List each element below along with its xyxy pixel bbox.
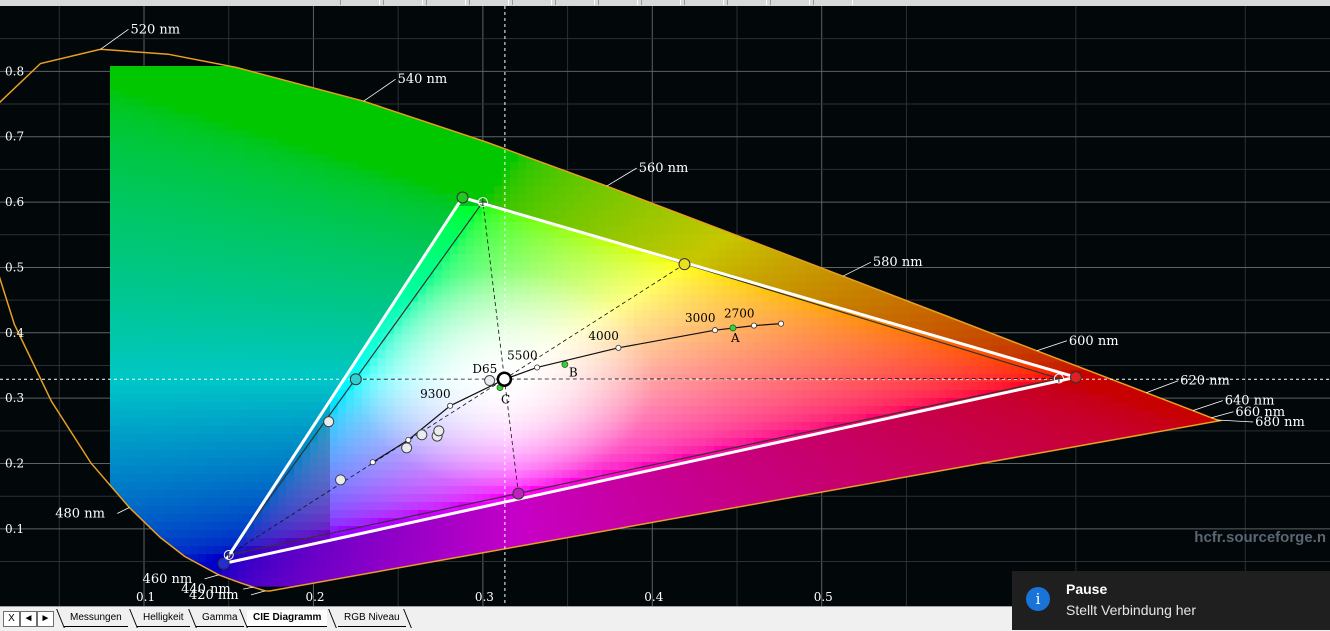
wavelength-leader	[100, 29, 128, 49]
wavelength-leader	[243, 587, 253, 589]
toolbar-button[interactable]	[598, 0, 638, 5]
toolbar-button[interactable]	[555, 0, 595, 5]
wavelength-leader	[1193, 401, 1223, 411]
prev-tab-button[interactable]: ◄	[20, 611, 37, 627]
illuminant-label: B	[569, 365, 578, 379]
measured-primary-point	[1070, 372, 1081, 383]
secondary-point	[350, 374, 361, 385]
cie-chart: 0.1 0.2 0.3 0.4 0.5 0.1 0.2 0.3 0.4 0.5 0.6 0.7 0.8 9…	[0, 6, 1330, 606]
x-tick-label: 0.5	[814, 590, 833, 604]
x-tick-label: 0.3	[475, 590, 494, 604]
cct-label: 2700	[724, 307, 755, 321]
grayscale-point	[434, 426, 444, 436]
wavelength-label: 420 nm	[189, 588, 239, 603]
wavelength-label: 560 nm	[639, 161, 689, 176]
planckian-point	[406, 437, 411, 442]
grayscale-point	[336, 475, 346, 485]
y-tick-label: 0.8	[5, 64, 24, 78]
cie-diagram: 0.1 0.2 0.3 0.4 0.5 0.1 0.2 0.3 0.4 0.5 0.6 0.7 0.8 9…	[0, 6, 1330, 606]
toolbar-button[interactable]	[426, 0, 466, 5]
tab-gamma[interactable]: Gamma	[196, 610, 244, 627]
wavelength-leader	[364, 79, 396, 101]
next-tab-button[interactable]: ►	[37, 611, 54, 627]
toolbar-button[interactable]	[770, 0, 810, 5]
tab-messungen[interactable]: Messungen	[64, 610, 128, 627]
tab-cie-diagramm[interactable]: CIE Diagramm	[247, 610, 327, 627]
x-tick-label: 0.4	[644, 590, 663, 604]
planckian-point	[712, 328, 717, 333]
wavelength-label: 600 nm	[1069, 334, 1119, 349]
wavelength-label: 680 nm	[1255, 415, 1305, 430]
planckian-point	[616, 345, 621, 350]
wavelength-label: 540 nm	[398, 72, 448, 87]
wavelength-leader	[843, 262, 871, 276]
wavelength-label: 620 nm	[1180, 374, 1230, 389]
planckian-point	[370, 460, 375, 465]
y-tick-label: 0.1	[5, 522, 24, 536]
toolbar-button[interactable]	[641, 0, 681, 5]
measured-primary-point	[457, 192, 468, 203]
wavelength-leader	[1211, 412, 1233, 418]
chromaticity-fill	[110, 66, 1223, 587]
wavelength-leader	[607, 168, 637, 186]
wavelength-leader	[205, 575, 219, 579]
wavelength-leader	[117, 508, 129, 514]
illuminant-label: A	[730, 331, 740, 345]
toolbar-button[interactable]	[469, 0, 509, 5]
toolbar-button[interactable]	[813, 0, 853, 5]
cct-label: 4000	[588, 329, 619, 343]
illuminant-label: C	[501, 393, 510, 407]
planckian-point	[448, 403, 453, 408]
secondary-point	[513, 488, 524, 499]
grayscale-point	[417, 430, 427, 440]
y-tick-label: 0.2	[5, 457, 24, 471]
x-tick-label: 0.1	[136, 590, 155, 604]
toolbar-button[interactable]	[383, 0, 423, 5]
cct-label: 3000	[685, 311, 716, 325]
info-icon: i	[1026, 587, 1050, 611]
cct-label: 9300	[420, 387, 451, 401]
illuminant-label: D65	[472, 362, 497, 376]
toolbar-button[interactable]	[684, 0, 724, 5]
close-tab-button[interactable]: X	[3, 611, 20, 627]
toolbar-button[interactable]	[340, 0, 380, 5]
planckian-point	[534, 365, 539, 370]
x-tick-label: 0.2	[305, 590, 324, 604]
illuminant-point	[562, 361, 568, 367]
y-tick-label: 0.7	[5, 130, 24, 144]
toolbar-button[interactable]	[512, 0, 552, 5]
measured-white-point	[498, 373, 511, 386]
planckian-point	[778, 321, 783, 326]
notification-toast[interactable]: i Pause Stellt Verbindung her	[1012, 571, 1330, 630]
toolbar-button[interactable]	[727, 0, 767, 5]
wavelength-label: 480 nm	[55, 507, 105, 522]
watermark: hcfr.sourceforge.n	[1194, 529, 1326, 546]
y-tick-label: 0.3	[5, 391, 24, 405]
wavelength-leader	[251, 591, 265, 595]
wavelength-label: 520 nm	[130, 22, 180, 37]
tab-rgb-niveau[interactable]: RGB Niveau	[338, 610, 406, 627]
wavelength-leader	[1217, 420, 1253, 422]
wavelength-leader	[1146, 381, 1178, 393]
y-tick-label: 0.5	[5, 260, 24, 274]
secondary-point	[679, 259, 690, 270]
notification-title: Pause	[1066, 581, 1107, 597]
tab-helligkeit[interactable]: Helligkeit	[137, 610, 190, 627]
cct-label: 5500	[507, 348, 538, 362]
grayscale-point	[324, 417, 334, 427]
grayscale-point	[402, 443, 412, 453]
grayscale-point	[485, 376, 495, 386]
wavelength-label: 580 nm	[873, 255, 923, 270]
planckian-point	[751, 323, 756, 328]
notification-subtitle: Stellt Verbindung her	[1066, 602, 1196, 618]
y-tick-label: 0.6	[5, 195, 24, 209]
y-tick-label: 0.4	[5, 326, 24, 340]
wavelength-leader	[1037, 341, 1067, 351]
